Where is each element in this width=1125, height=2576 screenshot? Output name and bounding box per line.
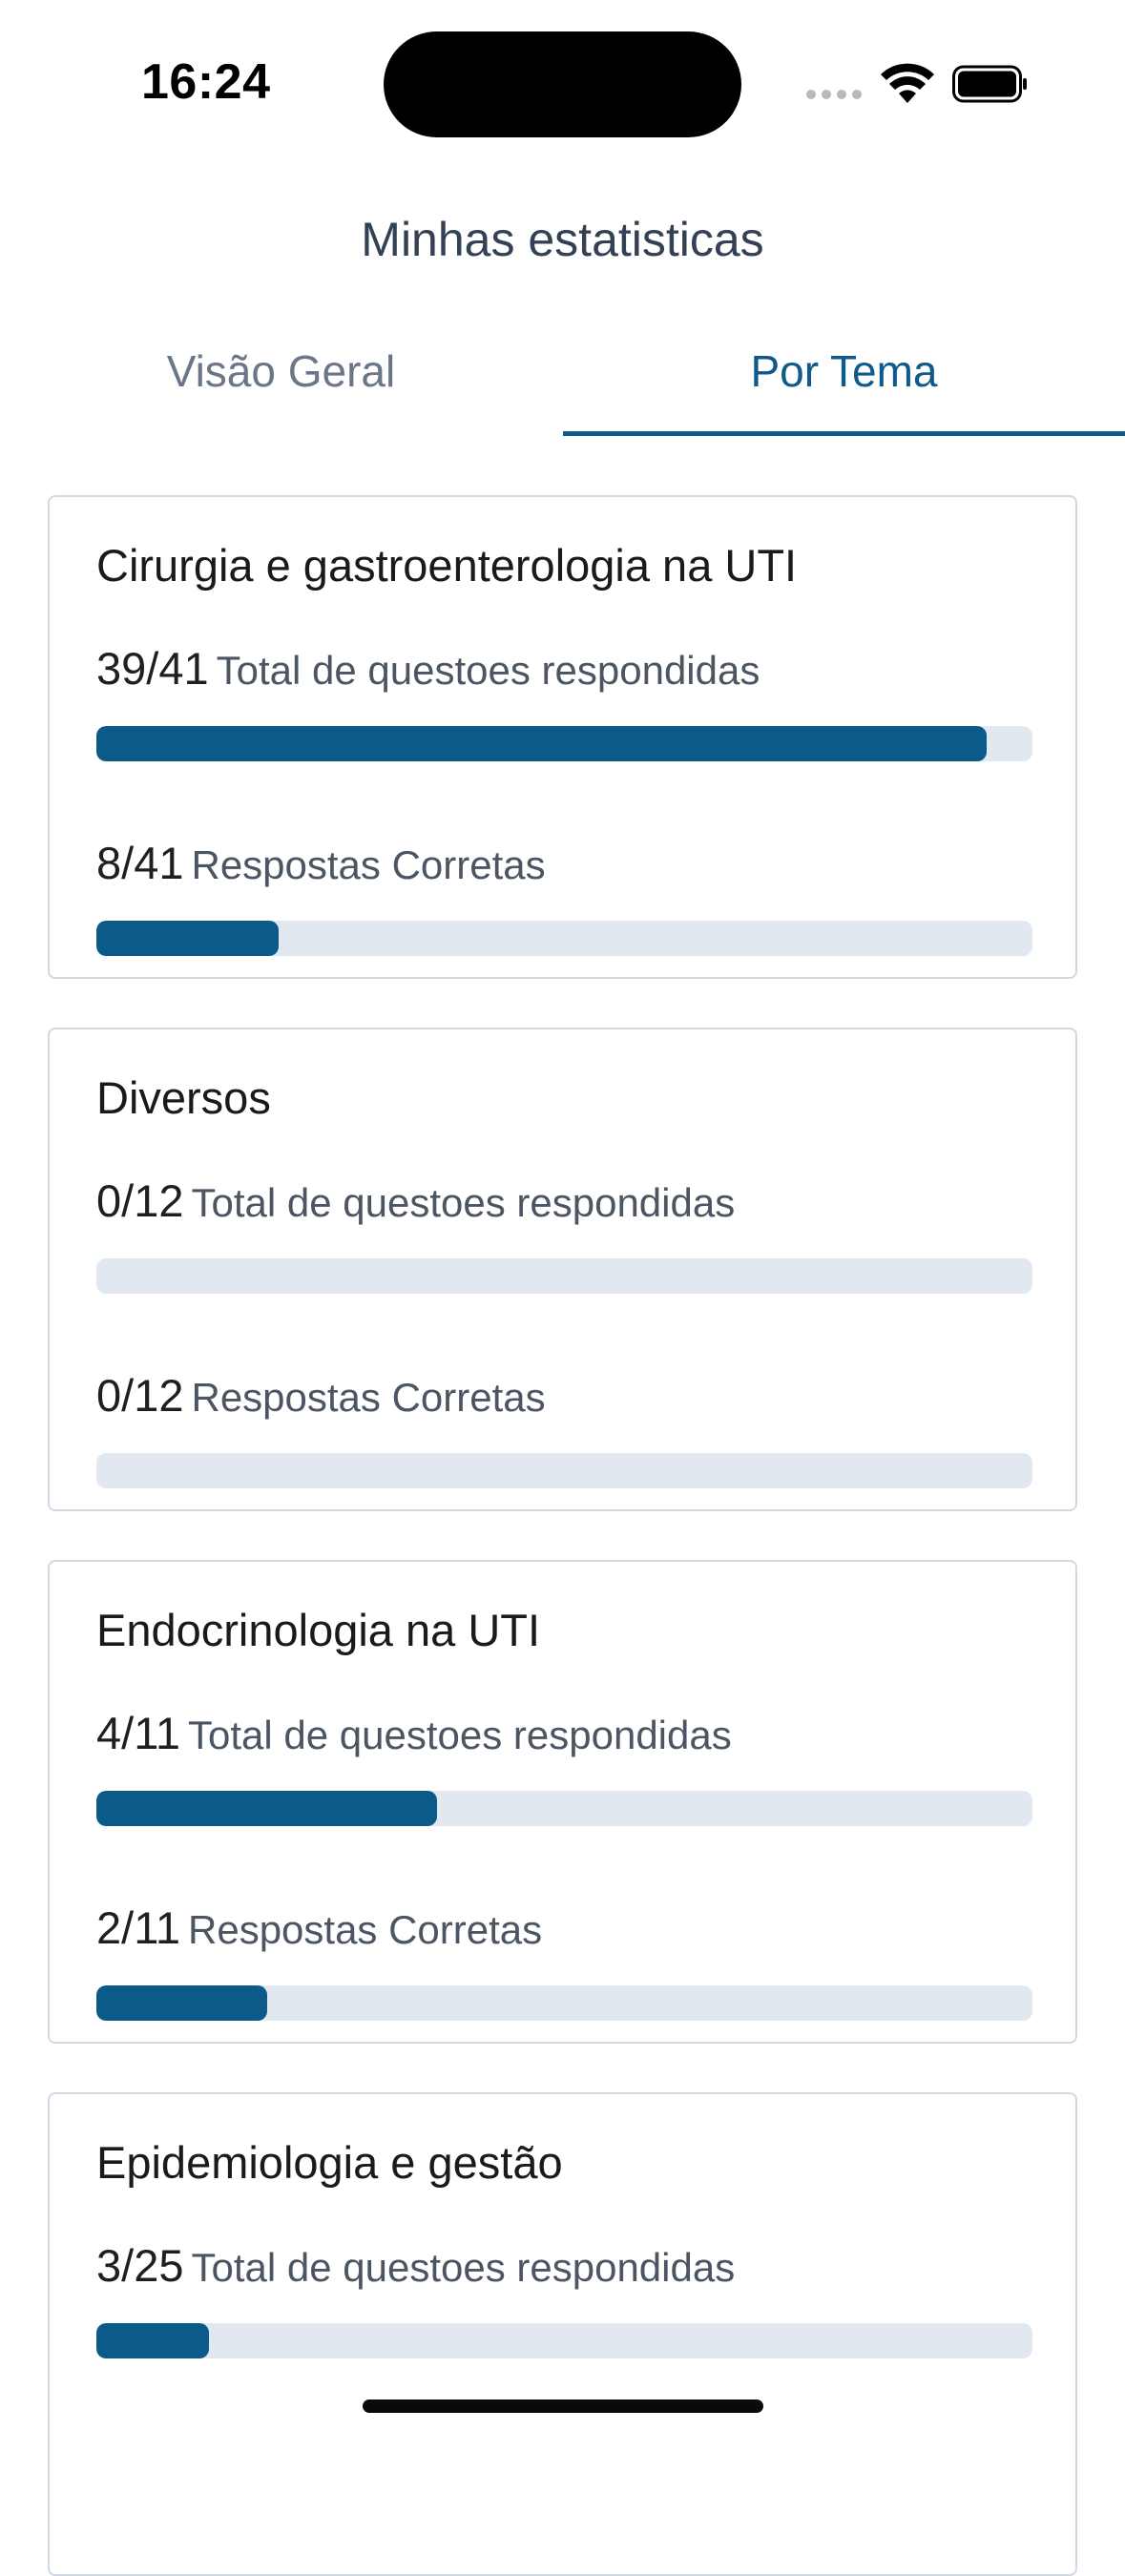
battery-icon [952, 65, 1027, 103]
answered-stat: 4/11 Total de questoes respondidas [96, 1707, 732, 1759]
topic-title: Endocrinologia na UTI [96, 1605, 541, 1655]
correct-stat: 8/41 Respostas Corretas [96, 837, 546, 889]
answered-progress-bar [96, 1258, 1032, 1294]
correct-label: Respostas Corretas [191, 1375, 546, 1420]
correct-count: 0/12 [96, 1370, 184, 1421]
topic-title: Cirurgia e gastroenterologia na UTI [96, 540, 798, 591]
correct-progress-bar [96, 921, 1032, 956]
correct-stat: 2/11 Respostas Corretas [96, 1901, 542, 1954]
dynamic-island [384, 31, 741, 137]
correct-count: 2/11 [96, 1902, 180, 1953]
answered-stat: 39/41 Total de questoes respondidas [96, 642, 760, 695]
answered-count: 0/12 [96, 1175, 184, 1226]
correct-progress-bar [96, 1453, 1032, 1488]
answered-count: 4/11 [96, 1708, 180, 1758]
correct-progress-bar [96, 1985, 1032, 2021]
answered-progress-fill [96, 2323, 209, 2358]
page-title: Minhas estatisticas [361, 213, 764, 266]
topic-card: Cirurgia e gastroenterologia na UTI 39/4… [48, 495, 1077, 979]
answered-label: Total de questoes respondidas [188, 1713, 732, 1757]
answered-count: 3/25 [96, 2240, 184, 2291]
answered-count: 39/41 [96, 643, 209, 694]
answered-progress-bar [96, 1791, 1032, 1826]
answered-progress-bar [96, 726, 1032, 761]
status-time: 16:24 [141, 54, 271, 110]
active-tab-indicator [563, 431, 1125, 436]
topic-card: Diversos 0/12 Total de questoes respondid… [48, 1028, 1077, 1511]
cellular-signal-icon [806, 90, 862, 99]
topic-card: Endocrinologia na UTI 4/11 Total de quest… [48, 1560, 1077, 2044]
answered-label: Total de questoes respondidas [191, 2245, 736, 2290]
answered-stat: 3/25 Total de questoes respondidas [96, 2239, 735, 2292]
wifi-icon [881, 63, 934, 103]
correct-progress-fill [96, 1985, 267, 2021]
answered-progress-fill [96, 1791, 438, 1826]
answered-stat: 0/12 Total de questoes respondidas [96, 1174, 735, 1227]
tab-by-theme[interactable]: Por Tema [563, 324, 1125, 436]
correct-stat: 0/12 Respostas Corretas [96, 1369, 546, 1422]
answered-label: Total de questoes respondidas [191, 1180, 736, 1225]
tab-overview[interactable]: Visão Geral [0, 324, 562, 436]
topic-title: Epidemiologia e gestão [96, 2137, 563, 2188]
topic-card: Epidemiologia e gestão 3/25 Total de ques… [48, 2092, 1077, 2576]
topic-title: Diversos [96, 1072, 271, 1123]
home-indicator[interactable] [363, 2399, 763, 2413]
tab-bar: Visão Geral Por Tema [0, 324, 1125, 439]
correct-progress-fill [96, 921, 280, 956]
status-bar: 16:24 [0, 0, 1125, 167]
answered-progress-bar [96, 2323, 1032, 2358]
correct-count: 8/41 [96, 838, 184, 888]
answered-label: Total de questoes respondidas [216, 648, 760, 693]
correct-label: Respostas Corretas [188, 1907, 543, 1952]
correct-label: Respostas Corretas [191, 842, 546, 887]
answered-progress-fill [96, 726, 987, 761]
